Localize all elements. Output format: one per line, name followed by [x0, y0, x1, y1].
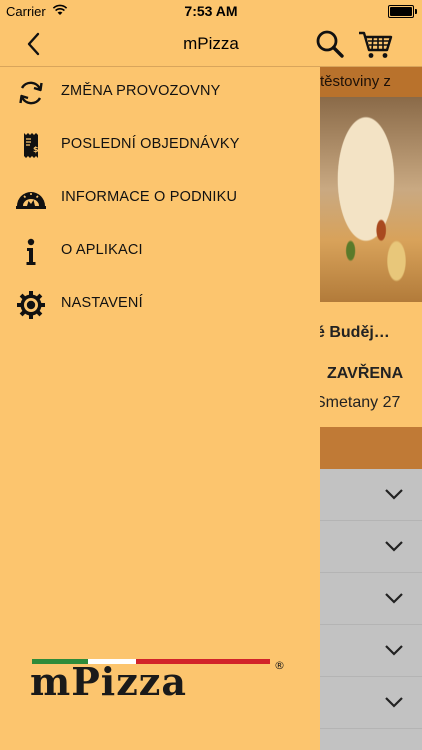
battery-icon [388, 5, 417, 18]
menu-item-about-app[interactable]: O APLIKACI [0, 226, 320, 279]
gear-icon [17, 291, 45, 319]
svg-text:$: $ [33, 145, 39, 154]
category-row[interactable] [320, 677, 422, 729]
restaurant-status: ZAVŘENA [327, 365, 404, 382]
category-row[interactable] [320, 573, 422, 625]
restaurant-name: é Buděj… [320, 324, 390, 341]
refresh-icon [19, 81, 43, 105]
promo-strip: těstoviny z [320, 67, 422, 97]
menu-item-last-orders[interactable]: $ POSLEDNÍ OBJEDNÁVKY [0, 120, 320, 173]
menu-item-label: POSLEDNÍ OBJEDNÁVKY [61, 136, 240, 152]
chevron-down-icon [385, 697, 403, 708]
status-bar: Carrier 7:53 AM [0, 0, 422, 22]
menu-item-label: NASTAVENÍ [61, 295, 143, 311]
menu-item-label: INFORMACE O PODNIKU [61, 189, 238, 205]
clock: 7:53 AM [184, 3, 238, 19]
chevron-down-icon [385, 489, 403, 500]
menu-item-settings[interactable]: NASTAVENÍ [0, 279, 320, 332]
menu-item-label: ZMĚNA PROVOZOVNY [61, 83, 221, 99]
pizza-photo [320, 97, 422, 302]
chevron-down-icon [385, 541, 403, 552]
receipt-icon: $ [24, 133, 39, 158]
category-row[interactable] [320, 521, 422, 573]
restaurant-address: Smetany 27 [320, 394, 401, 411]
main-content: těstoviny z é Buděj… ZAVŘENA Smetany 27 [320, 67, 422, 750]
category-row[interactable] [320, 625, 422, 677]
menu-item-business-info[interactable]: INFORMACE O PODNIKU [0, 173, 320, 226]
category-list [320, 469, 422, 729]
info-icon [26, 238, 36, 265]
search-icon[interactable] [314, 28, 346, 60]
section-band [320, 427, 422, 469]
category-row[interactable] [320, 469, 422, 521]
restaurant-info: é Buděj… ZAVŘENA Smetany 27 [320, 302, 422, 427]
cart-icon[interactable] [357, 28, 395, 60]
menu-item-label: O APLIKACI [61, 242, 143, 258]
registered-mark: ® [274, 659, 285, 672]
oven-icon [16, 192, 46, 209]
side-drawer: ZMĚNA PROVOZOVNY $ POSLEDNÍ OBJEDNÁVKY I… [0, 67, 320, 750]
chevron-down-icon [385, 593, 403, 604]
chevron-down-icon [385, 645, 403, 656]
logo-wordmark: mPizza [30, 659, 187, 699]
navigation-bar: mPizza [0, 22, 422, 67]
menu-item-change-location[interactable]: ZMĚNA PROVOZOVNY [0, 67, 320, 120]
mpizza-logo: mPizza ® [30, 659, 285, 699]
